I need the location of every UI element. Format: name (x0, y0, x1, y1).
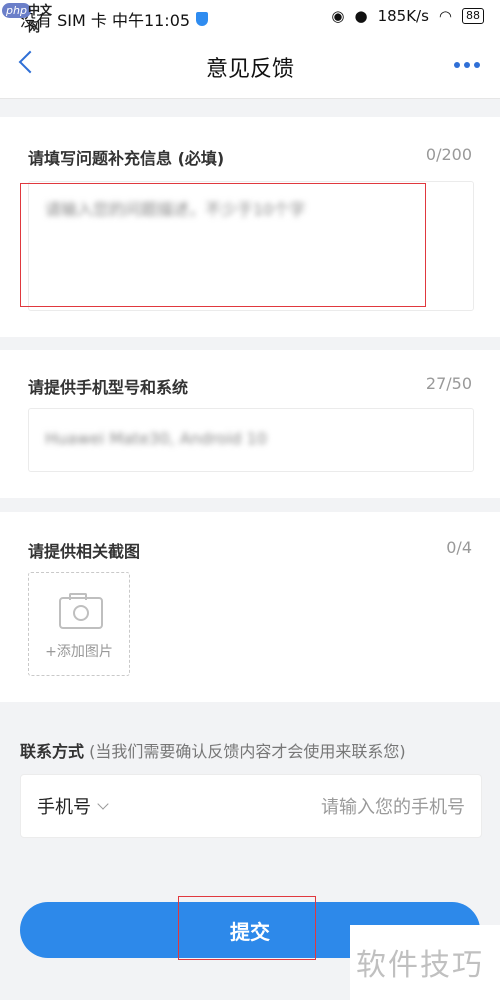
device-input[interactable]: Huawei Mate30, Android 10 (28, 408, 474, 472)
site-logo: php 中文网 (0, 0, 60, 34)
more-dots-icon[interactable] (454, 62, 480, 68)
logo-text: 中文网 (28, 3, 53, 34)
contact-type-label: 手机号 (37, 797, 91, 818)
add-photo-button[interactable]: +添加图片 (28, 572, 130, 676)
contact-title: 联系方式 (20, 742, 85, 761)
eye-icon: ◉ (331, 7, 345, 25)
status-right: ◉ ● 185K/s ◠ 88 (331, 7, 484, 25)
highlight-box (20, 183, 426, 307)
device-value: Huawei Mate30, Android 10 (45, 429, 267, 448)
phone-row: 手机号 (20, 774, 482, 838)
battery-icon: 88 (462, 8, 484, 24)
watermark: 软件技巧 (356, 948, 484, 983)
add-photo-label: +添加图片 (45, 644, 113, 660)
nav-bar: 意见反馈 (0, 36, 500, 99)
screenshot-label: 请提供相关截图 (28, 542, 141, 561)
status-bar: 没有 SIM 卡 中午11:05 ◉ ● 185K/s ◠ 88 (0, 0, 500, 36)
screenshot-count: 0/4 (446, 538, 472, 557)
problem-label: 请填写问题补充信息 (必填) (28, 149, 225, 168)
device-section: 请提供手机型号和系统 27/50 Huawei Mate30, Android … (0, 350, 500, 498)
chevron-down-icon (97, 798, 109, 810)
contact-type-select[interactable]: 手机号 (37, 793, 109, 819)
screenshot-section: 请提供相关截图 0/4 +添加图片 (0, 512, 500, 702)
submit-highlight-box (178, 896, 316, 960)
location-icon: ● (354, 7, 368, 25)
shield-icon (196, 12, 209, 26)
logo-badge: php (2, 3, 31, 18)
device-label: 请提供手机型号和系统 (28, 378, 189, 397)
problem-count: 0/200 (425, 145, 472, 164)
camera-icon (59, 593, 103, 629)
contact-label: 联系方式 (当我们需要确认反馈内容才会使用来联系您) (20, 738, 406, 762)
contact-hint: (当我们需要确认反馈内容才会使用来联系您) (89, 742, 406, 761)
net-speed: 185K/s (377, 7, 429, 25)
wifi-icon: ◠ (438, 7, 452, 25)
device-count: 27/50 (425, 374, 472, 393)
page-title: 意见反馈 (205, 57, 294, 82)
phone-input[interactable] (213, 789, 467, 825)
